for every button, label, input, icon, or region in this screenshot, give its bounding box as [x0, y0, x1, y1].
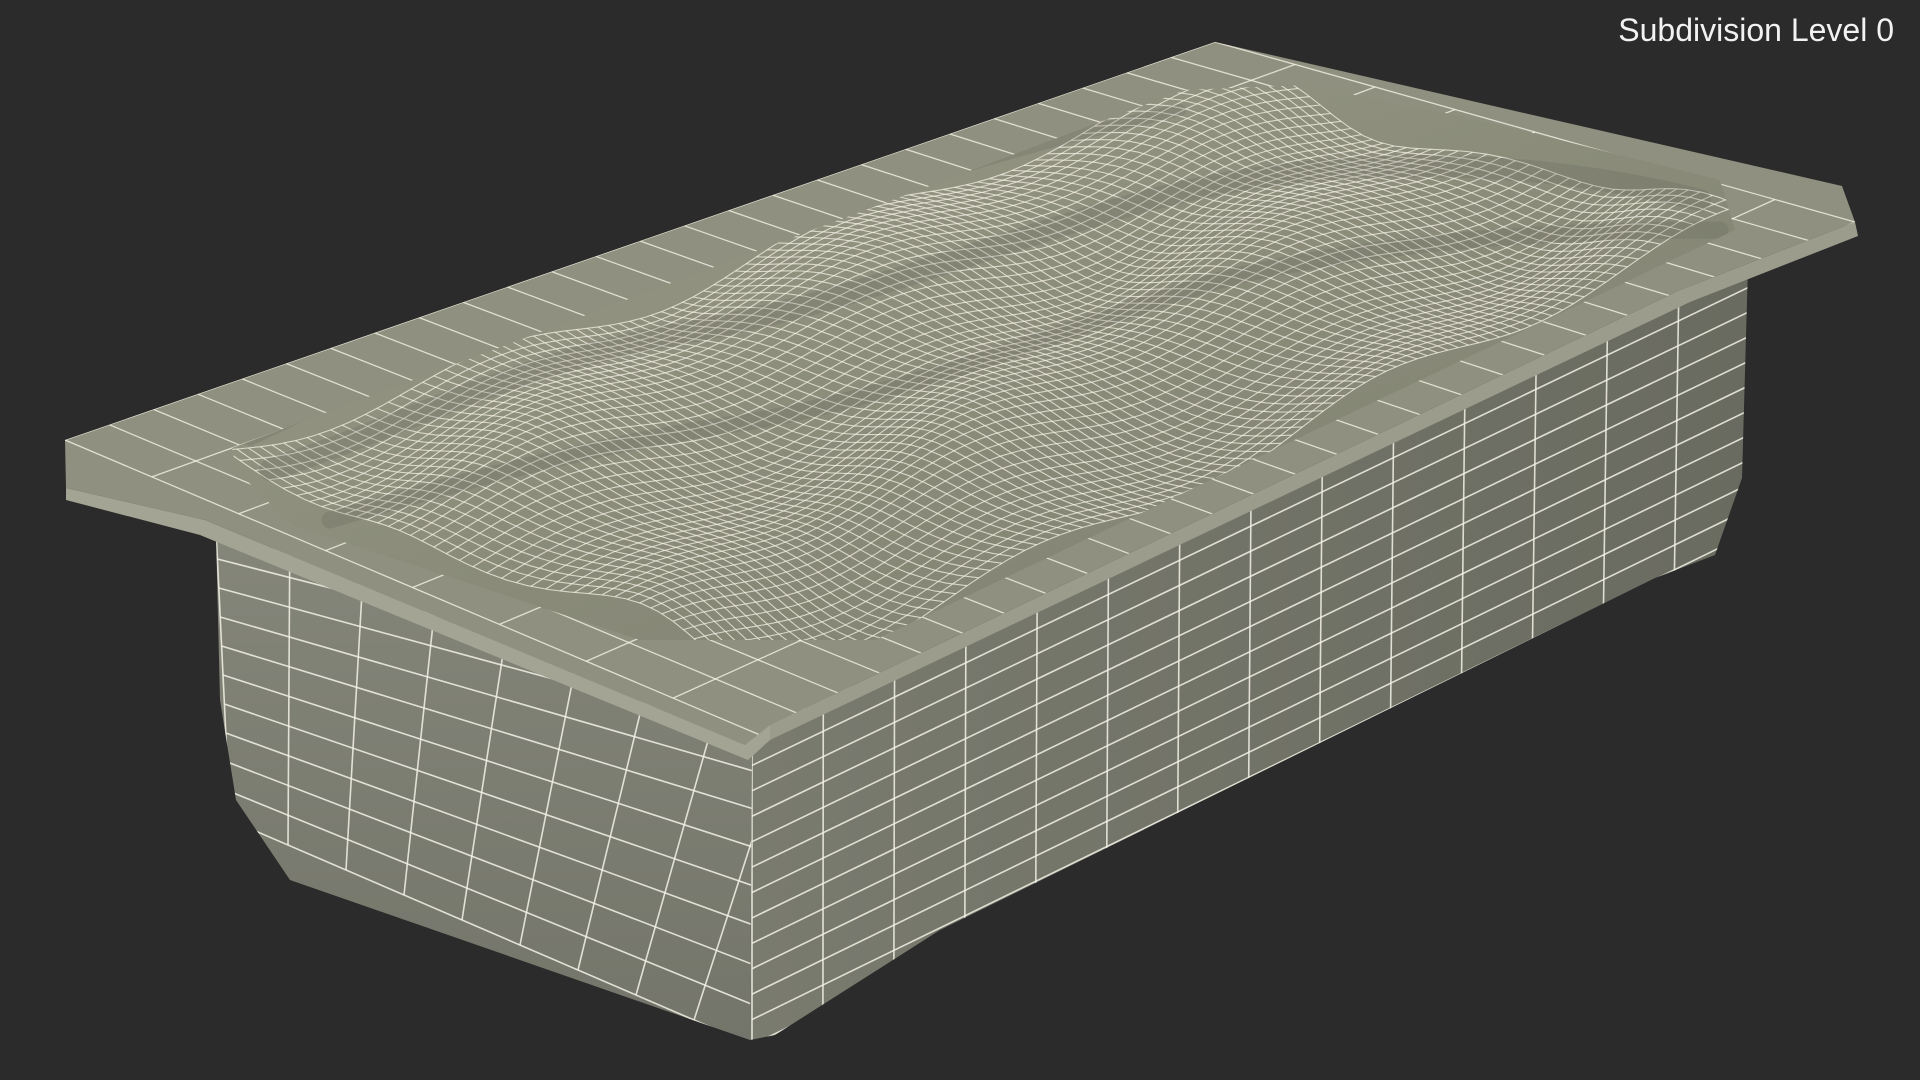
- wireframe-ice-cream-tray-icon: [65, 42, 1858, 1040]
- subdivision-level-label: Subdivision Level 0: [1618, 12, 1894, 48]
- 3d-viewport: Subdivision Level 0: [0, 0, 1920, 1080]
